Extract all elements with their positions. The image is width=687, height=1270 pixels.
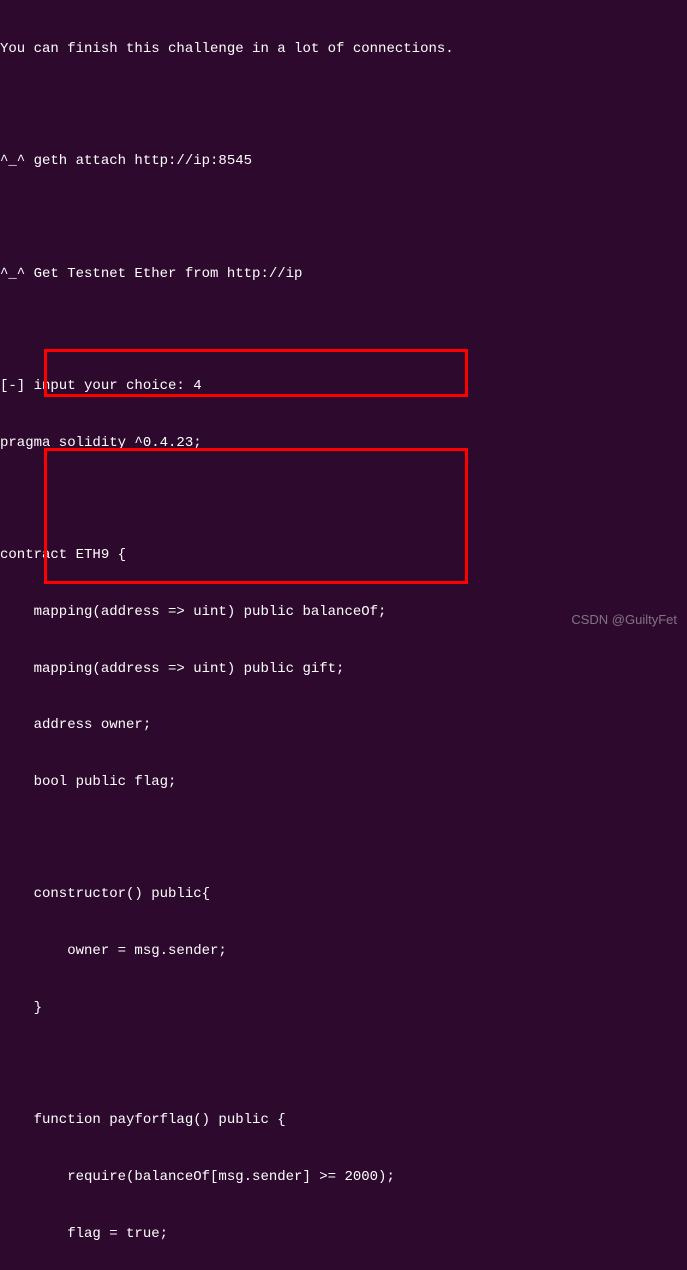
watermark-text: CSDN @GuiltyFet [571,611,677,629]
code-line: } [0,999,687,1018]
code-line [0,321,687,339]
code-line: owner = msg.sender; [0,942,687,961]
code-line: function payforflag() public { [0,1111,687,1130]
code-line [0,209,687,227]
code-line: pragma solidity ^0.4.23; [0,434,687,453]
code-line: bool public flag; [0,773,687,792]
code-line: mapping(address => uint) public gift; [0,660,687,679]
code-line: require(balanceOf[msg.sender] >= 2000); [0,1168,687,1187]
code-line [0,830,687,848]
code-line [0,96,687,114]
code-line [0,490,687,508]
code-line [0,1055,687,1073]
code-line: [-] input your choice: 4 [0,377,687,396]
code-line: contract ETH9 { [0,546,687,565]
code-line: You can finish this challenge in a lot o… [0,40,687,59]
code-line: constructor() public{ [0,885,687,904]
code-line: ^_^ geth attach http://ip:8545 [0,152,687,171]
code-line: flag = true; [0,1225,687,1244]
code-line: address owner; [0,716,687,735]
code-line: ^_^ Get Testnet Ether from http://ip [0,265,687,284]
terminal-code-block: You can finish this challenge in a lot o… [0,2,687,1270]
